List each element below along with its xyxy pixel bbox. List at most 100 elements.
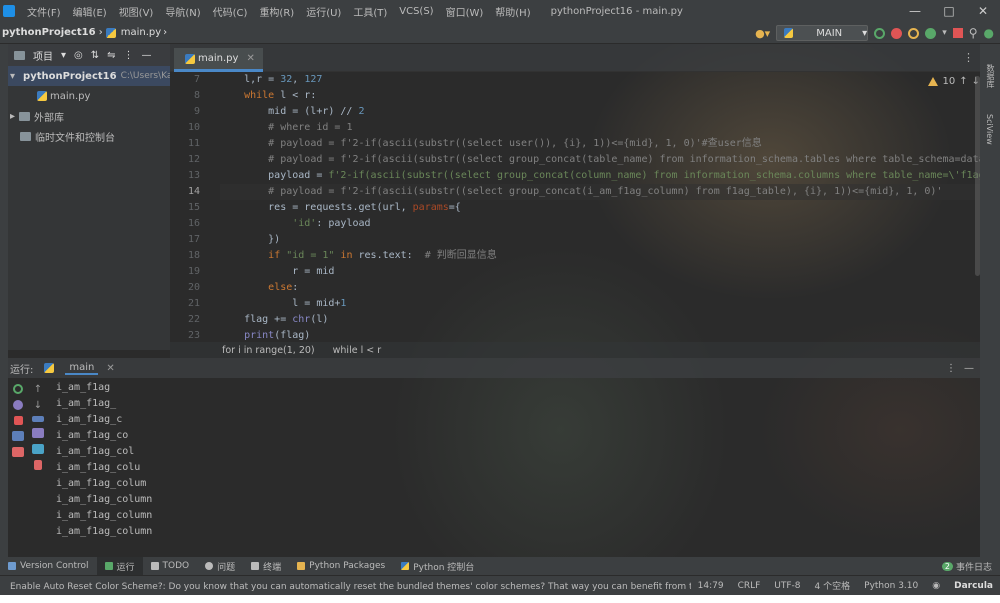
layout-icon[interactable]: [12, 431, 24, 441]
expand-icon[interactable]: ⇋: [107, 50, 115, 61]
code-editor[interactable]: l,r = 32, 127 while l < r: mid = (l+r) /…: [220, 72, 980, 342]
menu-help[interactable]: 帮助(H): [489, 4, 536, 19]
tree-scratches[interactable]: 临时文件和控制台: [8, 126, 170, 146]
prev-problem-icon[interactable]: ↑: [959, 76, 967, 87]
menu-run[interactable]: 运行(U): [300, 4, 347, 19]
tool-terminal[interactable]: 终端: [243, 557, 289, 575]
database-tool-tab[interactable]: 数据库: [985, 64, 996, 88]
soft-wrap-icon[interactable]: [32, 416, 44, 422]
breadcrumb-project[interactable]: pythonProject16 ›: [0, 27, 103, 38]
file-encoding[interactable]: UTF-8: [767, 581, 807, 591]
caret-position[interactable]: 14:79: [691, 581, 731, 591]
indent-setting[interactable]: 4 个空格: [808, 579, 858, 592]
stop-icon[interactable]: [952, 28, 963, 38]
line-number: 21: [187, 298, 200, 309]
breadcrumb-for-loop[interactable]: for i in range(1, 20): [222, 345, 315, 356]
tool-run[interactable]: 运行: [96, 557, 143, 575]
tool-python-packages[interactable]: Python Packages: [289, 557, 393, 575]
rerun-icon[interactable]: [13, 384, 23, 394]
console-line: i_am_f1ag_column: [56, 526, 153, 537]
close-tab-icon[interactable]: ✕: [246, 53, 254, 64]
menu-view[interactable]: 视图(V): [113, 4, 160, 19]
project-panel-header: 项目 ▾ ◎ ⇅ ⇋ ⋮ —: [8, 44, 170, 66]
menu-vcs[interactable]: VCS(S): [393, 6, 439, 17]
menu-window[interactable]: 窗口(W): [440, 4, 490, 19]
line-number: 22: [187, 314, 200, 325]
chevron-down-icon[interactable]: ▾: [61, 50, 66, 61]
breadcrumb-chevron-icon: ›: [163, 27, 168, 38]
minimize-icon[interactable]: —: [898, 0, 932, 22]
trash-icon[interactable]: [34, 460, 42, 470]
theme-label[interactable]: Darcula: [947, 581, 1000, 591]
code-line: # payload = f'2-if(ascii(substr((select …: [268, 154, 980, 165]
tree-file[interactable]: main.py: [8, 86, 170, 106]
python-console-icon: [401, 562, 410, 570]
status-message[interactable]: Enable Auto Reset Color Scheme?: Do you …: [0, 579, 691, 592]
tree-external-libs[interactable]: ▸ 外部库: [8, 106, 170, 126]
terminal-icon: [251, 562, 260, 570]
run-label: 运行:: [10, 364, 34, 376]
target-icon[interactable]: ◎: [74, 50, 83, 61]
options-icon[interactable]: ⋮: [946, 363, 956, 374]
breadcrumb-file[interactable]: main.py: [119, 27, 161, 38]
pin-icon[interactable]: [12, 447, 24, 457]
tabs-menu-icon[interactable]: ⋮: [963, 51, 974, 64]
run-console-output[interactable]: i_am_f1ag i_am_f1ag_ i_am_f1ag_c i_am_f1…: [56, 380, 456, 555]
tool-window-bar: Version Control 运行 TODO 问题 终端 Python Pac…: [0, 557, 1000, 575]
python-file-icon: [105, 27, 116, 38]
debug-icon[interactable]: [891, 27, 903, 39]
code-line: # where id = 1: [268, 122, 353, 133]
hide-icon[interactable]: —: [964, 363, 974, 374]
tab-main-py[interactable]: main.py ✕: [174, 48, 263, 72]
menu-edit[interactable]: 编辑(E): [67, 4, 113, 19]
update-icon[interactable]: ●: [984, 26, 994, 40]
code-line: l,r = 32, 127: [220, 74, 323, 85]
tool-todo[interactable]: TODO: [143, 557, 198, 575]
menu-bar: 文件(F) 编辑(E) 视图(V) 导航(N) 代码(C) 重构(R) 运行(U…: [0, 0, 1000, 22]
lock-icon[interactable]: ◉: [925, 581, 947, 591]
tool-version-control[interactable]: Version Control: [0, 557, 97, 575]
sciview-tool-tab[interactable]: SciView: [985, 114, 994, 145]
tool-event-log[interactable]: 2 事件日志: [934, 557, 1000, 575]
breadcrumb-while-loop[interactable]: while l < r: [333, 345, 381, 356]
root-name: pythonProject16: [23, 70, 117, 82]
code-line: mid = (l+r) // 2: [220, 106, 365, 117]
print-icon[interactable]: [32, 444, 44, 454]
scroll-up-icon[interactable]: ↑: [32, 384, 44, 395]
python-file-icon: [185, 53, 195, 64]
more-run-icon[interactable]: ▾: [942, 28, 947, 38]
profile-icon[interactable]: [908, 27, 920, 39]
tool-problems[interactable]: 问题: [197, 557, 243, 575]
options-icon[interactable]: ⋮: [124, 50, 134, 61]
scroll-to-end-icon[interactable]: [32, 428, 44, 438]
search-icon[interactable]: ⚲: [969, 26, 978, 40]
run-config-selector[interactable]: MAIN ▾: [776, 25, 869, 41]
menu-tools[interactable]: 工具(T): [347, 4, 393, 19]
close-icon[interactable]: ✕: [966, 0, 1000, 22]
tree-root[interactable]: ▾ pythonProject16 C:\Users\Kane: [8, 66, 170, 86]
menu-code[interactable]: 代码(C): [207, 4, 254, 19]
hide-icon[interactable]: —: [142, 50, 152, 61]
inspection-widget[interactable]: 10 ↑ ↓: [928, 76, 980, 87]
interpreter-selector[interactable]: Python 3.10: [857, 581, 925, 591]
menu-file[interactable]: 文件(F): [21, 4, 67, 19]
line-separator[interactable]: CRLF: [731, 581, 768, 591]
tool-python-console[interactable]: Python 控制台: [393, 557, 482, 575]
tool-problems-label: 问题: [217, 562, 236, 573]
rerun-icon[interactable]: [874, 27, 886, 39]
project-view-selector[interactable]: 项目: [33, 48, 53, 63]
menu-refactor[interactable]: 重构(R): [253, 4, 300, 19]
close-tab-icon[interactable]: ✕: [106, 363, 114, 374]
scroll-down-icon[interactable]: ↓: [32, 400, 44, 411]
right-tool-strip: 数据库 SciView: [980, 44, 1000, 557]
window-controls: — □ ✕: [898, 0, 1000, 22]
menu-navigate[interactable]: 导航(N): [159, 4, 206, 19]
vcs-user-icon[interactable]: ●▾: [755, 27, 770, 40]
settings-icon[interactable]: [13, 400, 23, 410]
run-config-tab[interactable]: main: [65, 362, 99, 375]
coverage-icon[interactable]: [925, 27, 937, 39]
stop-icon[interactable]: [13, 416, 23, 425]
maximize-icon[interactable]: □: [932, 0, 966, 22]
collapse-icon[interactable]: ⇅: [91, 50, 99, 61]
code-line: l = mid+1: [220, 298, 347, 309]
